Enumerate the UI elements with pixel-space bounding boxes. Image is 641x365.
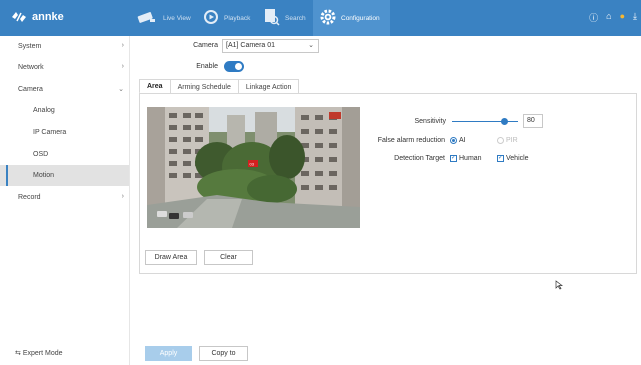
nav-playback[interactable]: Playback — [203, 0, 250, 36]
human-label: Human — [459, 155, 482, 162]
sidebar-item-label: Motion — [33, 172, 55, 179]
sidebar-item-label: Camera — [18, 86, 43, 93]
human-checkbox[interactable]: ✓ — [450, 155, 457, 162]
camera-icon — [136, 10, 158, 26]
home-icon[interactable]: ⌂ — [606, 11, 611, 24]
nav-playback-label: Playback — [224, 14, 251, 22]
false-alarm-pir-label: PIR — [506, 137, 518, 144]
camera-select[interactable]: [A1] Camera 01 ⌄ — [222, 39, 319, 53]
chevron-right-icon: › — [121, 63, 124, 70]
false-alarm-ai-label: AI — [459, 137, 466, 144]
vehicle-checkbox[interactable]: ✓ — [497, 155, 504, 162]
tab-label: Linkage Action — [245, 83, 292, 91]
apply-label: Apply — [159, 350, 178, 357]
logo-icon — [12, 12, 26, 22]
top-bar: annke Live View Playback Search Configur… — [0, 0, 641, 36]
tab-label: Area — [147, 82, 163, 90]
sidebar-item-label: Network — [18, 64, 44, 71]
chevron-down-icon: ⌄ — [118, 86, 124, 93]
notification-icon[interactable]: ● — [620, 11, 625, 24]
sensitivity-slider-handle[interactable] — [501, 118, 508, 125]
nav-search-label: Search — [285, 14, 306, 22]
tab-bar: Area Arming Schedule Linkage Action — [139, 79, 300, 94]
sidebar-item-record[interactable]: Record › — [0, 187, 129, 208]
sidebar: System › Network › Camera ⌄ Analog IP Ca… — [0, 36, 130, 365]
nav-live-view[interactable]: Live View — [136, 0, 191, 36]
search-icon — [264, 8, 280, 28]
false-alarm-label: False alarm reduction — [377, 137, 445, 144]
sidebar-item-camera[interactable]: Camera ⌄ — [0, 79, 129, 100]
tab-area[interactable]: Area — [139, 79, 171, 94]
logo[interactable]: annke — [10, 10, 64, 24]
camera-select-value: [A1] Camera 01 — [226, 42, 276, 49]
apply-button[interactable]: Apply — [145, 346, 192, 361]
sensitivity-slider[interactable] — [452, 121, 518, 122]
sidebar-item-network[interactable]: Network › — [0, 57, 129, 78]
sidebar-item-label: Analog — [33, 107, 55, 114]
sidebar-item-label: Record — [18, 194, 41, 201]
tab-arming-schedule[interactable]: Arming Schedule — [169, 79, 239, 94]
camera-label: Camera — [193, 42, 218, 49]
mouse-cursor-icon — [555, 280, 563, 290]
copy-to-button[interactable]: Copy to — [199, 346, 248, 361]
nav-configuration-label: Configuration — [341, 14, 380, 22]
camera-preview[interactable]: 03 — [147, 107, 360, 228]
camera-image: 03 — [147, 107, 360, 228]
chevron-down-icon: ⌄ — [308, 42, 314, 49]
sidebar-item-motion[interactable]: Motion — [0, 165, 129, 186]
gear-icon — [320, 9, 336, 27]
nav-search[interactable]: Search — [264, 0, 306, 36]
tab-linkage-action[interactable]: Linkage Action — [237, 79, 300, 94]
draw-area-button[interactable]: Draw Area — [145, 250, 197, 265]
copy-to-label: Copy to — [211, 350, 236, 357]
detection-target-label: Detection Target — [394, 155, 445, 162]
sidebar-item-label: IP Camera — [33, 129, 67, 136]
sidebar-item-label: OSD — [33, 151, 49, 158]
enable-toggle[interactable] — [224, 61, 244, 72]
svg-text:03: 03 — [250, 162, 255, 167]
sidebar-item-analog[interactable]: Analog — [0, 100, 129, 121]
enable-label: Enable — [196, 63, 218, 70]
clear-button[interactable]: Clear — [204, 250, 253, 265]
nav-configuration[interactable]: Configuration — [320, 0, 380, 36]
sidebar-item-osd[interactable]: OSD — [0, 144, 129, 165]
playback-icon — [203, 9, 219, 27]
false-alarm-ai-radio[interactable] — [450, 137, 457, 144]
chevron-right-icon: › — [121, 193, 124, 200]
expert-mode-toggle[interactable]: ⇆ Expert Mode — [15, 349, 63, 357]
draw-area-label: Draw Area — [154, 254, 188, 261]
vehicle-label: Vehicle — [506, 155, 529, 162]
nav-live-view-label: Live View — [163, 14, 191, 22]
sidebar-item-label: System — [18, 43, 42, 50]
sidebar-item-ip-camera[interactable]: IP Camera — [0, 122, 129, 143]
logo-text: annke — [32, 11, 64, 23]
tab-label: Arming Schedule — [177, 83, 231, 91]
clear-label: Clear — [220, 254, 237, 261]
chevron-right-icon: › — [121, 42, 124, 49]
info-icon[interactable]: ⓘ — [589, 11, 598, 24]
download-icon[interactable]: ⤓ — [633, 11, 637, 24]
sidebar-item-system[interactable]: System › — [0, 36, 129, 57]
switch-icon: ⇆ — [15, 350, 21, 357]
false-alarm-pir-radio[interactable] — [497, 137, 504, 144]
header-actions: ⓘ ⌂ ● ⤓ — [589, 11, 637, 24]
sensitivity-input[interactable]: 80 — [523, 114, 543, 128]
expert-mode-label: Expert Mode — [22, 350, 63, 357]
sensitivity-label: Sensitivity — [414, 118, 446, 125]
